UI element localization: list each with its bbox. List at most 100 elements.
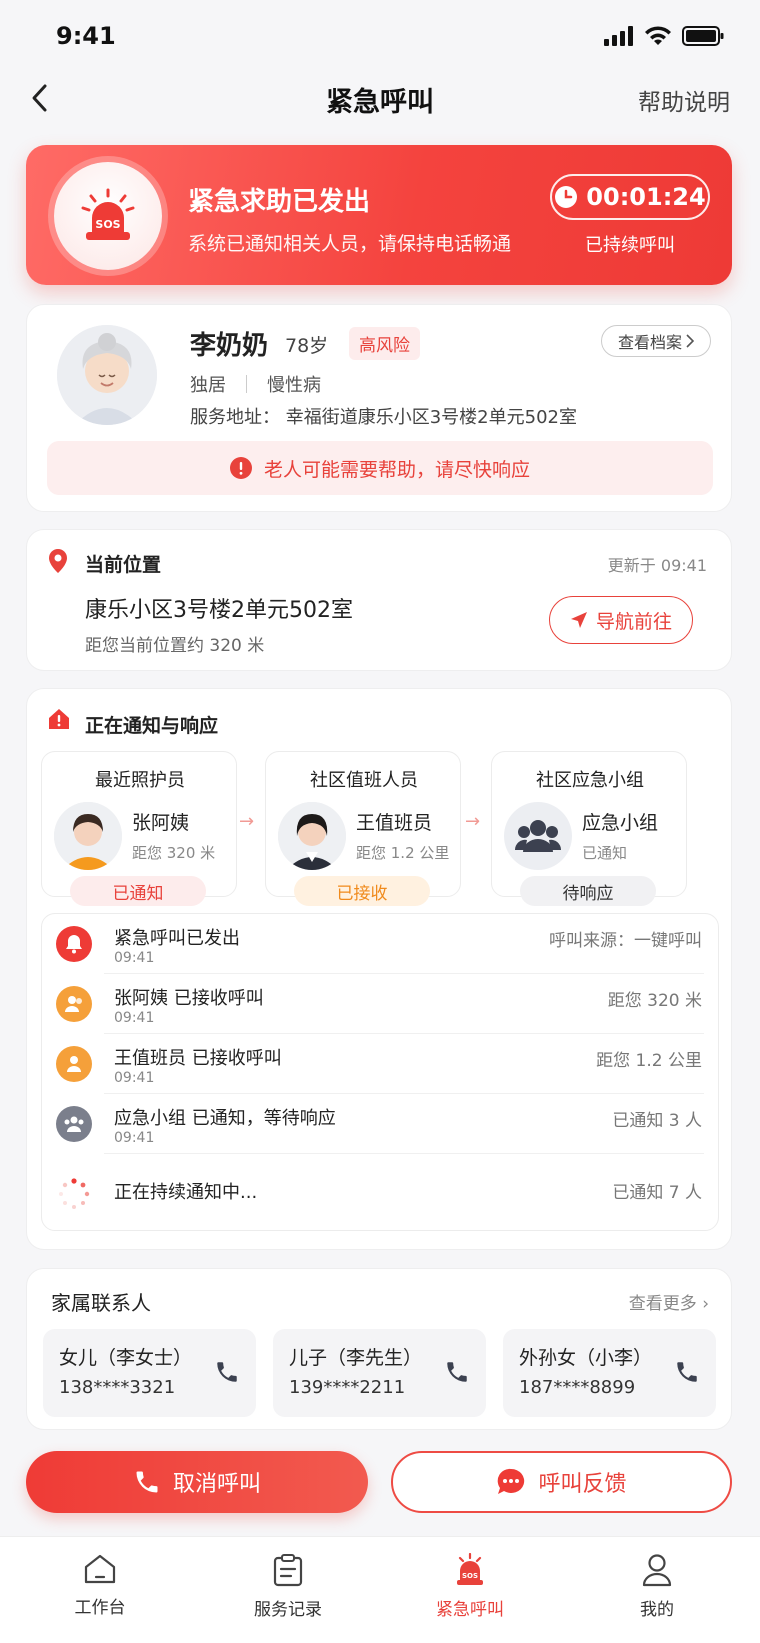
chevron-right-icon — [686, 334, 694, 348]
chevron-right-icon: › — [702, 1294, 709, 1314]
elder-name: 李奶奶 — [190, 331, 269, 361]
responder-name: 王值班员 — [356, 812, 433, 834]
phone-icon[interactable] — [674, 1359, 700, 1385]
responder-name: 张阿姨 — [132, 812, 190, 834]
view-file-button[interactable]: 查看档案 — [601, 325, 711, 357]
location-card: 当前位置 更新于 09:41 康乐小区3号楼2单元502室 距您当前位置约 32… — [26, 529, 732, 671]
responder-distance: 距您 1.2 公里 — [356, 844, 450, 862]
status-bar: 9:41 — [0, 0, 760, 76]
responder-card-caregiver[interactable]: 最近照护员 张阿姨 距您 320 米 已通知 — [41, 751, 237, 906]
notify-timeline: 紧急呼叫已发出 09:41 呼叫来源：一键呼叫 张阿姨 已接收呼叫 09:41 … — [41, 913, 719, 1231]
responder-status-badge: 待响应 — [520, 876, 656, 906]
timeline-meta: 距您 1.2 公里 — [596, 1051, 702, 1071]
timer-value: 00:01:24 — [586, 183, 706, 211]
view-more-link[interactable]: 查看更多 › — [629, 1289, 709, 1314]
location-pin-icon — [49, 549, 67, 573]
timeline-meta: 已通知 7 人 — [612, 1183, 702, 1203]
contact-name: 外孙女（小李） — [519, 1347, 653, 1369]
responder-card-emergency-team[interactable]: 社区应急小组 应急小组 已通知 待响应 — [491, 751, 687, 906]
navigate-button[interactable]: 导航前往 — [549, 596, 693, 644]
contact-phone: 187****8899 — [519, 1377, 636, 1398]
cancel-call-label: 取消呼叫 — [172, 1472, 261, 1497]
responder-distance: 距您 320 米 — [132, 844, 216, 862]
tab-profile[interactable]: 我的 — [587, 1553, 727, 1620]
group-icon — [504, 802, 572, 870]
timeline-item: 张阿姨 已接收呼叫 09:41 距您 320 米 — [42, 974, 718, 1034]
call-feedback-label: 呼叫反馈 — [538, 1472, 627, 1497]
family-contact[interactable]: 儿子（李先生） 139****2211 — [273, 1329, 486, 1417]
timeline-text: 王值班员 已接收呼叫 — [114, 1048, 282, 1069]
banner-title: 紧急求助已发出 — [188, 187, 371, 217]
family-contact[interactable]: 外孙女（小李） 187****8899 — [503, 1329, 716, 1417]
tab-label: 我的 — [640, 1600, 674, 1620]
chat-bubble-icon — [498, 1468, 525, 1494]
user-icon — [56, 1046, 92, 1082]
elder-age: 78岁 — [285, 335, 329, 357]
call-feedback-button[interactable]: 呼叫反馈 — [391, 1451, 732, 1513]
status-time: 9:41 — [56, 22, 116, 50]
tag-divider — [246, 375, 247, 393]
timeline-time: 09:41 — [114, 1070, 155, 1086]
responder-status-badge: 已接收 — [294, 876, 430, 906]
bottom-tab-bar: 工作台 服务记录 SOS 紧急呼叫 我的 — [0, 1536, 760, 1643]
contact-name: 儿子（李先生） — [289, 1347, 423, 1369]
elder-avatar — [57, 325, 157, 425]
arrow-right-icon: → — [239, 811, 255, 832]
signal-icon — [604, 26, 633, 46]
profile-icon — [642, 1554, 672, 1587]
loading-icon — [56, 1176, 92, 1212]
timeline-time: 09:41 — [114, 950, 155, 966]
navigate-label: 导航前往 — [595, 610, 672, 633]
notify-title: 正在通知与响应 — [85, 715, 219, 737]
call-timer: 00:01:24 — [550, 174, 710, 220]
responder-distance: 已通知 — [582, 844, 628, 862]
responder-role: 最近照护员 — [95, 770, 185, 791]
bell-icon — [56, 926, 92, 962]
clipboard-icon — [273, 1554, 303, 1587]
group-icon — [56, 1106, 92, 1142]
svg-text:SOS: SOS — [462, 1572, 478, 1580]
risk-badge: 高风险 — [349, 327, 420, 360]
timeline-item: 应急小组 已通知，等待响应 09:41 已通知 3 人 — [42, 1094, 718, 1154]
timeline-time: 09:41 — [114, 1130, 155, 1146]
tab-label: 工作台 — [74, 1598, 126, 1618]
phone-icon[interactable] — [444, 1359, 470, 1385]
responder-role: 社区值班人员 — [310, 770, 418, 791]
family-card: 家属联系人 查看更多 › 女儿（李女士） 138****3321 儿子（李先生）… — [26, 1268, 732, 1430]
help-link[interactable]: 帮助说明 — [638, 83, 730, 117]
help-alert-bar: 老人可能需要帮助，请尽快响应 — [47, 441, 713, 495]
tab-service-records[interactable]: 服务记录 — [218, 1553, 358, 1620]
timeline-text: 应急小组 已通知，等待响应 — [114, 1108, 336, 1129]
home-icon — [84, 1554, 116, 1584]
help-alert-text: 老人可能需要帮助，请尽快响应 — [263, 458, 530, 481]
timeline-item: 正在持续通知中... 已通知 7 人 — [42, 1154, 718, 1230]
tab-emergency-call[interactable]: SOS 紧急呼叫 — [400, 1553, 540, 1620]
tab-workbench[interactable]: 工作台 — [30, 1553, 170, 1618]
tag-living-alone: 独居 — [190, 375, 226, 396]
location-updated: 更新于 09:41 — [607, 556, 707, 575]
phone-icon[interactable] — [214, 1359, 240, 1385]
house-alert-icon — [49, 709, 69, 729]
timeline-meta: 距您 320 米 — [607, 991, 702, 1011]
location-title: 当前位置 — [85, 554, 162, 576]
responder-card-duty[interactable]: 社区值班人员 王值班员 距您 1.2 公里 已接收 — [265, 751, 461, 906]
cancel-call-button[interactable]: 取消呼叫 — [26, 1451, 368, 1513]
service-address: 服务地址： 幸福街道康乐小区3号楼2单元502室 — [190, 407, 577, 428]
view-file-label: 查看档案 — [617, 333, 682, 352]
family-title: 家属联系人 — [51, 1291, 151, 1315]
responder-role: 社区应急小组 — [536, 770, 644, 791]
elder-card: 李奶奶 78岁 高风险 查看档案 独居 慢性病 服务地址： 幸福街道康乐小区3号… — [26, 304, 732, 512]
timeline-meta: 呼叫来源：一键呼叫 — [549, 931, 702, 951]
timeline-text: 正在持续通知中... — [114, 1182, 258, 1203]
responder-status-badge: 已通知 — [70, 876, 206, 906]
family-contact[interactable]: 女儿（李女士） 138****3321 — [43, 1329, 256, 1417]
tab-label: 紧急呼叫 — [436, 1600, 504, 1620]
responder-avatar — [54, 802, 122, 870]
emergency-banner: SOS 紧急求助已发出 系统已通知相关人员，请保持电话畅通 00:01:24 已… — [26, 145, 732, 285]
clock-icon — [555, 186, 578, 208]
contact-name: 女儿（李女士） — [59, 1347, 193, 1369]
battery-icon — [682, 26, 724, 46]
svg-text:SOS: SOS — [95, 218, 120, 231]
notify-card: 正在通知与响应 最近照护员 张阿姨 距您 320 米 已通知 → 社区值班人员 … — [26, 688, 732, 1250]
contact-phone: 138****3321 — [59, 1377, 176, 1398]
